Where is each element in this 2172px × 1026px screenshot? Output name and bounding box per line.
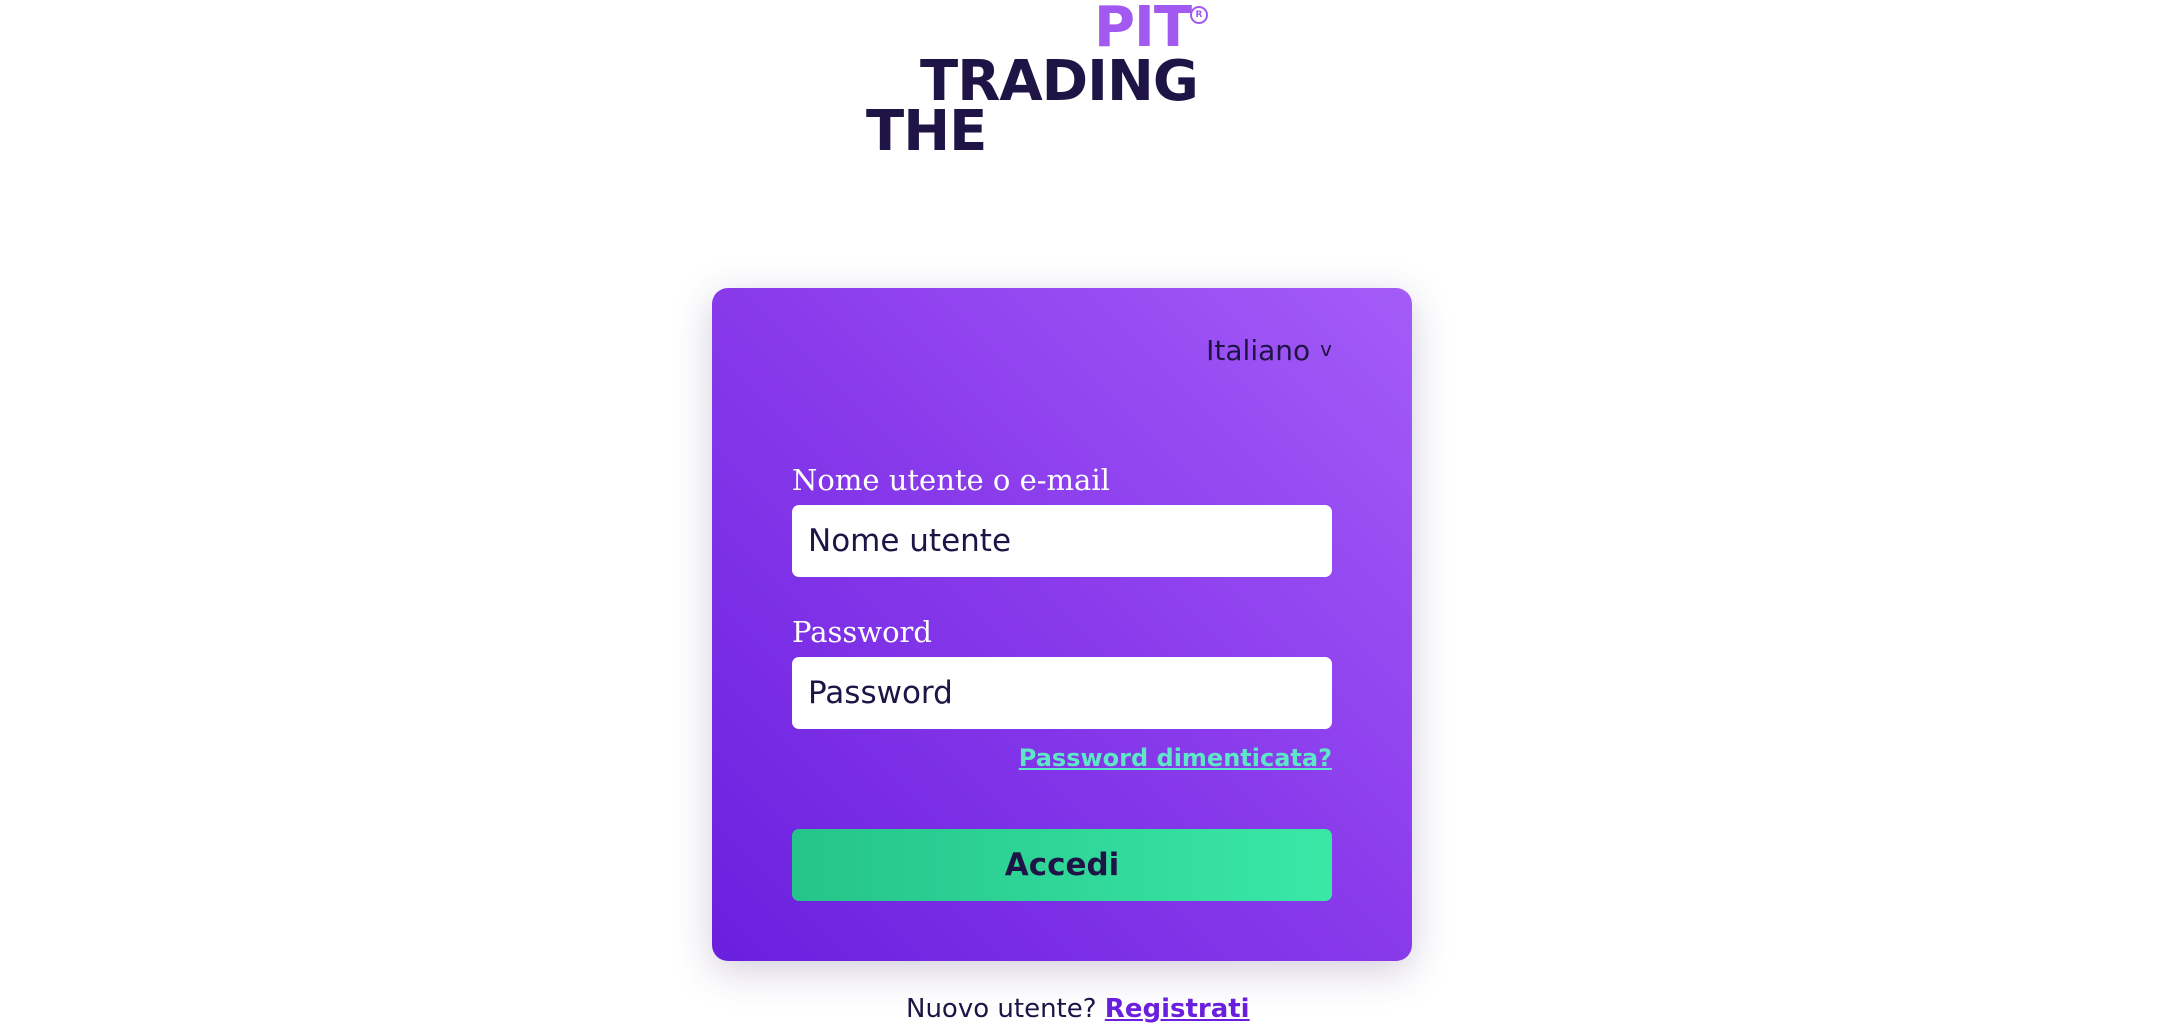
brand-logo: PIT R TRADING THE: [866, 0, 1208, 164]
registered-mark: R: [1190, 6, 1208, 24]
language-selected: Italiano: [1206, 334, 1311, 367]
login-button[interactable]: Accedi: [792, 829, 1332, 901]
logo-word-the: THE: [866, 99, 987, 164]
logo-word-pit: PIT: [1094, 0, 1192, 60]
language-selector[interactable]: Italiano v: [1206, 334, 1332, 367]
chevron-down-icon: v: [1320, 336, 1332, 361]
password-input[interactable]: [792, 657, 1332, 729]
forgot-password-link[interactable]: Password dimenticata?: [1019, 744, 1332, 772]
register-link[interactable]: Registrati: [1105, 994, 1250, 1024]
username-input[interactable]: [792, 505, 1332, 577]
login-card: Italiano v Nome utente o e-mail Password…: [712, 288, 1412, 961]
password-label: Password: [792, 615, 932, 649]
username-label: Nome utente o e-mail: [792, 463, 1110, 497]
signup-text: Nuovo utente?: [906, 994, 1097, 1024]
